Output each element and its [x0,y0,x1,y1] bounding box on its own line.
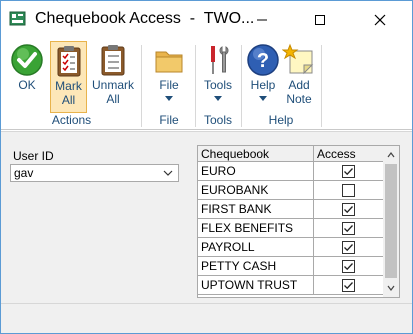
grid-rows: EURO EUROBANK FIRST BANK FLEX BENEFITS PAYRO… [198,162,383,295]
scroll-thumb[interactable] [385,164,397,278]
chequebook-name-cell[interactable]: PAYROLL [198,238,314,256]
group-label-actions: Actions [51,113,92,127]
access-checkbox[interactable] [342,221,355,235]
help-label: Help [250,78,276,92]
tools-menu-button[interactable]: Tools [199,41,237,113]
help-circle-icon: ? [247,44,279,76]
table-row[interactable]: PETTY CASH [198,257,383,276]
access-cell [314,200,383,218]
access-checkbox[interactable] [342,202,355,216]
chequebook-name-cell[interactable]: UPTOWN TRUST [198,276,314,294]
folder-icon [155,51,183,73]
access-cell [314,257,383,275]
svg-text:?: ? [257,50,269,72]
table-row[interactable]: UPTOWN TRUST [198,276,383,295]
table-row[interactable]: FLEX BENEFITS [198,219,383,238]
clipboard-icon [101,45,125,76]
table-row[interactable]: FIRST BANK [198,200,383,219]
column-header-chequebook[interactable]: Chequebook [198,146,314,162]
file-menu-button[interactable]: File [149,41,189,113]
checkmark-icon [344,243,353,251]
checkmark-icon [344,262,353,270]
chequebook-name-cell[interactable]: FIRST BANK [198,200,314,218]
ribbon-separator [321,45,322,127]
access-checkbox[interactable] [342,278,355,292]
access-cell [314,276,383,294]
chevron-up-icon [387,152,395,158]
column-header-access[interactable]: Access [314,146,383,162]
chevron-down-icon [259,96,267,101]
access-cell [314,181,383,199]
status-bar [1,303,412,333]
clipboard-checklist-icon [57,46,80,77]
vertical-scrollbar[interactable] [383,146,399,297]
minimize-icon [257,19,267,21]
access-cell [314,238,383,256]
close-button[interactable] [357,1,403,39]
minimize-button[interactable] [239,1,285,39]
window-title: Chequebook Access - TWO... [35,10,255,27]
add-note-label: Add Note [286,78,312,106]
ribbon-separator [195,45,196,127]
title-bar[interactable]: Chequebook Access - TWO... [1,1,412,39]
unmark-all-label: Unmark All [91,78,134,106]
maximize-icon [315,15,325,25]
access-checkbox[interactable] [342,259,355,273]
chequebook-access-window: Chequebook Access - TWO... OK Mark All U… [0,0,413,334]
table-row[interactable]: EUROBANK [198,181,383,200]
add-note-button[interactable]: Add Note [282,41,316,113]
scroll-down-button[interactable] [383,280,399,296]
tools-icon [211,46,229,74]
group-label-file: File [159,113,179,127]
access-checkbox[interactable] [342,183,355,197]
chequebook-grid: Chequebook Access EURO EUROBANK FIRST BANK… [197,145,400,298]
user-id-label: User ID [13,149,54,163]
check-circle-icon [11,44,43,76]
checkmark-icon [344,281,353,289]
checkmark-icon [344,167,353,175]
checkmark-icon [344,205,353,213]
user-id-combobox[interactable]: gav [10,164,179,182]
grid-header: Chequebook Access [198,146,383,162]
ok-button[interactable]: OK [7,41,47,113]
table-row[interactable]: PAYROLL [198,238,383,257]
note-star-icon [282,43,314,75]
group-label-help: Help [268,113,294,127]
mark-all-label: Mark All [55,79,82,107]
ribbon-separator [141,45,142,127]
chequebook-name-cell[interactable]: EURO [198,162,314,180]
unmark-all-button[interactable]: Unmark All [90,41,136,113]
file-label: File [159,78,179,92]
chevron-down-icon [165,96,173,101]
chevron-down-icon [214,96,222,101]
access-cell [314,162,383,180]
table-row[interactable]: EURO [198,162,383,181]
close-icon [374,14,386,26]
form-body: User ID gav Chequebook Access EURO EUROBA… [1,131,412,303]
tools-label: Tools [203,78,232,92]
chevron-down-icon[interactable] [162,167,174,179]
access-checkbox[interactable] [342,240,355,254]
chequebook-name-cell[interactable]: PETTY CASH [198,257,314,275]
help-menu-button[interactable]: ? Help [245,41,281,113]
access-cell [314,219,383,237]
checkmark-icon [344,224,353,232]
ribbon: OK Mark All Unmark All Actions File File… [1,39,412,130]
chequebook-name-cell[interactable]: FLEX BENEFITS [198,219,314,237]
access-checkbox[interactable] [342,164,355,178]
ribbon-separator [241,45,242,127]
maximize-button[interactable] [297,1,343,39]
chevron-down-icon [387,285,395,291]
scroll-up-button[interactable] [383,147,399,163]
group-label-tools: Tools [203,113,232,127]
user-id-value: gav [14,166,34,180]
app-icon [9,11,26,26]
ok-label: OK [18,78,36,92]
chequebook-name-cell[interactable]: EUROBANK [198,181,314,199]
mark-all-button[interactable]: Mark All [50,41,87,113]
